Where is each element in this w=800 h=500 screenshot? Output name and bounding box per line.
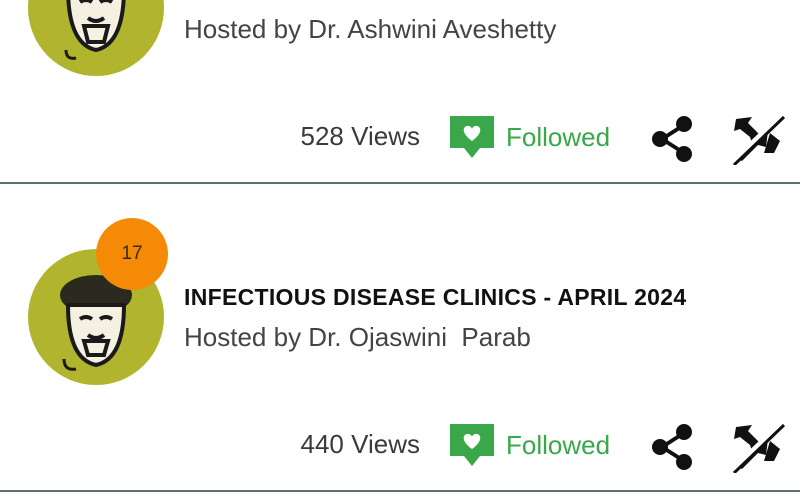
follow-button[interactable]: Followed	[448, 113, 610, 161]
heart-speech-bubble-icon	[450, 116, 494, 158]
heart-speech-bubble-icon	[450, 424, 494, 466]
follow-button[interactable]: Followed	[448, 421, 610, 469]
session-title[interactable]: INFECTIOUS DISEASE CLINICS - APRIL 2024	[184, 284, 686, 311]
notification-badge: 17	[96, 218, 168, 290]
host-name: Hosted by Dr. Ojaswini Parab	[184, 322, 531, 352]
unpin-icon	[729, 420, 786, 475]
doctor-avatar-icon	[64, 0, 126, 60]
follow-label: Followed	[506, 122, 611, 152]
follow-label: Followed	[506, 430, 611, 460]
unpin-button[interactable]	[729, 420, 786, 475]
doctor-avatar	[28, 0, 164, 76]
share-button[interactable]	[648, 421, 700, 473]
share-button[interactable]	[648, 113, 700, 165]
host-name: Hosted by Dr. Ashwini Aveshetty	[184, 14, 557, 44]
unpin-button[interactable]	[729, 112, 786, 167]
card-divider	[0, 490, 800, 492]
session-card[interactable]: 17 INFECTIOUS DISEASE CLINICS - APRIL 20…	[0, 184, 800, 490]
share-icon	[652, 424, 692, 470]
unpin-icon	[729, 112, 786, 167]
share-icon	[652, 116, 692, 162]
view-count: 440 Views	[300, 429, 421, 459]
view-count: 528 Views	[300, 121, 421, 151]
session-card[interactable]: Hosted by Dr. Ashwini Aveshetty 528 View…	[0, 0, 800, 183]
